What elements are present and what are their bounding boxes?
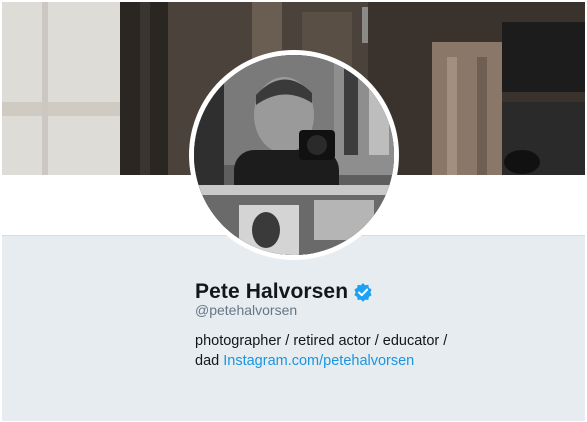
avatar-photo xyxy=(194,55,394,255)
profile-handle[interactable]: @petehalvorsen xyxy=(195,302,297,318)
profile-bio: photographer / retired actor / educator … xyxy=(195,331,475,371)
profile-info-area xyxy=(2,235,585,421)
avatar-border xyxy=(189,50,399,260)
profile-card: Pete Halvorsen @petehalvorsen photograph… xyxy=(0,0,587,422)
profile-name[interactable]: Pete Halvorsen xyxy=(195,280,348,304)
avatar[interactable] xyxy=(194,55,394,255)
bio-link[interactable]: Instagram.com/petehalvorsen xyxy=(223,353,414,369)
verified-check-icon xyxy=(353,282,373,302)
